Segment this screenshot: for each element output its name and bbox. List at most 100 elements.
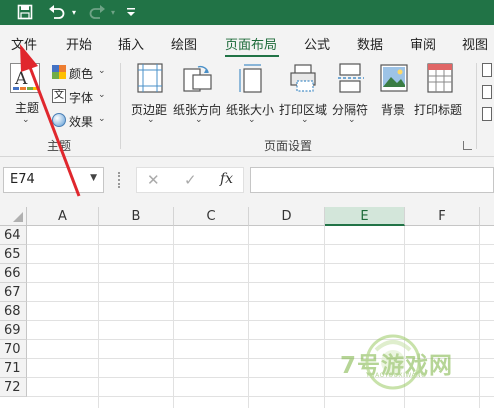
redo-icon[interactable] (86, 2, 108, 22)
insert-function-icon[interactable]: fx (220, 171, 233, 187)
name-box-value: E74 (10, 172, 35, 187)
tab-insert[interactable]: 插入 (118, 34, 144, 53)
page-setup-group-label: 页面设置 (264, 139, 313, 153)
enter-icon[interactable]: ✓ (184, 171, 197, 189)
chevron-down-icon: ⌄ (195, 115, 203, 125)
size-icon (239, 64, 262, 93)
chevron-down-icon: ⌄ (22, 115, 30, 125)
colors-label: 颜色 (69, 67, 94, 81)
colors-icon (52, 65, 66, 79)
title-bar: ▾ ▾ (0, 0, 494, 25)
formula-input[interactable] (250, 167, 494, 193)
width-icon (482, 63, 492, 77)
colors-button[interactable]: 颜色 ⌄ (50, 63, 108, 83)
themes-label: 主题 (15, 101, 40, 115)
print-titles-button[interactable]: 打印标题 (414, 61, 466, 131)
group-divider (120, 63, 121, 149)
margins-icon (137, 63, 163, 93)
print-titles-label: 打印标题 (414, 103, 463, 117)
height-icon (482, 85, 492, 99)
fonts-label: 字体 (69, 91, 94, 105)
effects-icon (52, 113, 66, 127)
chevron-down-icon[interactable]: ▼ (90, 173, 97, 183)
themes-icon: A (10, 63, 40, 93)
effects-label: 效果 (69, 115, 94, 129)
ribbon: A 主题 ⌄ 颜色 ⌄ 文 字体 ⌄ 效果 ⌄ 主题 页边距 ⌄ 纸张方向 ⌄ … (0, 57, 494, 157)
chevron-down-icon: ⌄ (147, 115, 155, 125)
name-box[interactable]: E74 ▼ (3, 167, 104, 193)
tab-data[interactable]: 数据 (357, 34, 383, 53)
print-area-button[interactable]: 打印区域 ⌄ (279, 61, 329, 131)
column-header-d[interactable]: D (249, 207, 325, 226)
row-header[interactable]: 64 (0, 226, 27, 245)
row-header[interactable]: 68 (0, 302, 27, 321)
chevron-down-icon: ⌄ (301, 115, 309, 125)
fonts-icon: 文 (52, 89, 66, 103)
tab-home[interactable]: 开始 (66, 34, 92, 53)
column-header-a[interactable]: A (27, 207, 99, 226)
tab-formulas[interactable]: 公式 (304, 34, 330, 53)
column-header-c[interactable]: C (174, 207, 249, 226)
column-header-b[interactable]: B (99, 207, 174, 226)
background-label: 背景 (381, 103, 406, 117)
chevron-down-icon: ⌄ (98, 114, 106, 124)
column-header-partial[interactable] (480, 207, 494, 226)
select-all-corner[interactable] (0, 207, 27, 226)
themes-button[interactable]: A 主题 ⌄ (5, 61, 45, 131)
formula-bar-grip-icon (118, 172, 121, 188)
row-header[interactable]: 72 (0, 378, 27, 397)
scale-options-icons[interactable] (482, 63, 494, 135)
scale-icon (482, 107, 492, 121)
save-icon[interactable] (14, 2, 36, 22)
orientation-icon (183, 65, 212, 92)
grid-line (248, 226, 249, 408)
row-header[interactable]: 66 (0, 264, 27, 283)
tab-view[interactable]: 视图 (462, 34, 488, 53)
cancel-icon[interactable]: ✕ (147, 171, 160, 189)
grid-line (324, 226, 325, 408)
grid-line (479, 226, 480, 408)
row-header[interactable]: 70 (0, 340, 27, 359)
fonts-button[interactable]: 文 字体 ⌄ (50, 87, 108, 107)
themes-group-label: 主题 (47, 139, 72, 153)
effects-button[interactable]: 效果 ⌄ (50, 111, 108, 131)
chevron-down-icon: ⌄ (98, 90, 106, 100)
select-all-triangle-icon (13, 212, 23, 222)
row-header[interactable]: 69 (0, 321, 27, 340)
orientation-button[interactable]: 纸张方向 ⌄ (173, 61, 223, 131)
group-divider (476, 63, 477, 149)
size-button[interactable]: 纸张大小 ⌄ (226, 61, 276, 131)
formula-bar: E74 ▼ ✕ ✓ fx (0, 157, 494, 207)
ribbon-tabs: 文件 开始 插入 绘图 页面布局 公式 数据 审阅 视图 (0, 25, 494, 57)
undo-icon[interactable] (46, 2, 68, 22)
print-area-icon (290, 64, 316, 92)
tab-draw[interactable]: 绘图 (171, 34, 197, 53)
row-header[interactable]: 71 (0, 359, 27, 378)
page-setup-dialog-launcher-icon[interactable] (463, 141, 472, 150)
column-header-e[interactable]: E (325, 207, 405, 226)
grid-line (98, 226, 99, 408)
undo-dropdown-icon[interactable]: ▾ (69, 2, 79, 22)
watermark-subtext: THAOYOUXIWANG (366, 372, 427, 379)
redo-dropdown-icon[interactable]: ▾ (108, 2, 118, 22)
svg-text:A: A (14, 69, 28, 89)
chevron-down-icon: ⌄ (348, 115, 356, 125)
row-header[interactable]: 65 (0, 245, 27, 264)
chevron-down-icon: ⌄ (248, 115, 256, 125)
formula-controls: ✕ ✓ fx (136, 167, 244, 193)
row-header[interactable]: 67 (0, 283, 27, 302)
chevron-down-icon: ⌄ (98, 66, 106, 76)
watermark: 7号游戏网 THAOYOUXIWANG (338, 322, 468, 406)
background-button[interactable]: 背景 (377, 61, 411, 131)
tab-review[interactable]: 审阅 (410, 34, 436, 53)
breaks-icon (338, 63, 364, 93)
grid-line (173, 226, 174, 408)
margins-button[interactable]: 页边距 ⌄ (128, 61, 172, 131)
column-header-f[interactable]: F (405, 207, 480, 226)
background-icon (380, 64, 408, 92)
customize-toolbar-icon[interactable] (124, 2, 138, 22)
tab-file[interactable]: 文件 (11, 34, 37, 53)
breaks-button[interactable]: 分隔符 ⌄ (332, 61, 372, 131)
tab-page-layout[interactable]: 页面布局 (225, 34, 277, 53)
print-titles-icon (427, 63, 453, 93)
